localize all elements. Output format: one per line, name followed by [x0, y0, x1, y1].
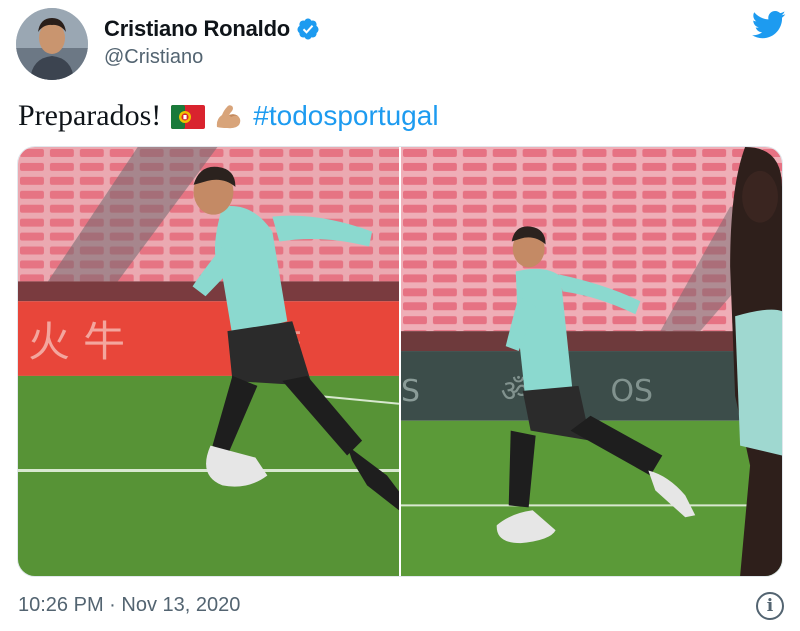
avatar[interactable]	[16, 8, 88, 80]
author-name-row: Cristiano Ronaldo	[104, 16, 320, 42]
player-sprinting-photo-left: ⽕ ⽜ CE	[18, 147, 399, 576]
flexed-biceps-icon	[213, 101, 243, 131]
svg-text:⽕ ⽜: ⽕ ⽜	[28, 317, 125, 366]
twitter-bird-icon[interactable]	[751, 10, 786, 40]
player-sprinting-photo-right: S ॐ OS	[401, 147, 782, 576]
tweet-card: Cristiano Ronaldo @Cristiano Preparados!	[0, 0, 800, 631]
svg-text:OS: OS	[610, 374, 653, 409]
photo-right[interactable]: S ॐ OS	[401, 147, 782, 576]
display-name[interactable]: Cristiano Ronaldo	[104, 16, 290, 42]
media-grid: ⽕ ⽜ CE	[17, 146, 783, 577]
portugal-flag-icon	[171, 104, 206, 129]
verified-badge-icon	[296, 17, 320, 41]
hashtag-link[interactable]: #todosportugal	[253, 100, 438, 132]
timestamp[interactable]: 10:26 PM · Nov 13, 2020	[18, 594, 240, 617]
tweet-body: Preparados!	[18, 99, 162, 132]
photo-left[interactable]: ⽕ ⽜ CE	[18, 147, 399, 576]
tweet-text: Preparados! #todosportugal	[18, 98, 439, 134]
author-handle[interactable]: @Cristiano	[104, 46, 203, 69]
info-icon[interactable]: i	[756, 592, 784, 620]
profile-photo-icon	[16, 8, 88, 80]
svg-text:S: S	[401, 374, 420, 409]
